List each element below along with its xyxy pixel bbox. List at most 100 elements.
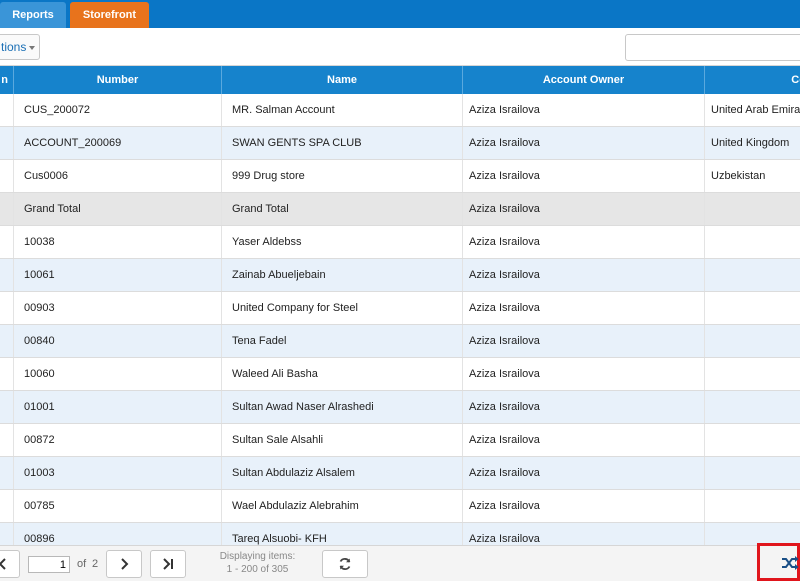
- chevron-left-icon: [0, 558, 6, 570]
- cell-account-owner: Aziza Israilova: [463, 325, 705, 357]
- row-selector-cell: [0, 358, 14, 390]
- table-row[interactable]: 10060 Waleed Ali Basha Aziza Israilova: [0, 358, 800, 391]
- table-row[interactable]: 00840 Tena Fadel Aziza Israilova: [0, 325, 800, 358]
- cell-country: [705, 490, 800, 522]
- cell-name: Tareq Alsuobi- KFH: [222, 523, 463, 545]
- cell-country: [705, 226, 800, 258]
- table-row[interactable]: 00872 Sultan Sale Alsahli Aziza Israilova: [0, 424, 800, 457]
- row-selector-cell: [0, 160, 14, 192]
- cell-name: 999 Drug store: [222, 160, 463, 192]
- row-selector-cell: [0, 391, 14, 423]
- row-selector-cell: [0, 94, 14, 126]
- cell-name: Wael Abdulaziz Alebrahim: [222, 490, 463, 522]
- search-input[interactable]: [625, 34, 800, 61]
- accounts-grid: n Number Name Account Owner Cou CUS_2000…: [0, 66, 800, 545]
- table-row[interactable]: Cus0006 999 Drug store Aziza Israilova Uzbe…: [0, 160, 800, 193]
- cell-number: 10038: [14, 226, 222, 258]
- displaying-range: 1 - 200 of 305: [226, 564, 289, 575]
- table-row[interactable]: 00785 Wael Abdulaziz Alebrahim Aziza Israi…: [0, 490, 800, 523]
- actions-dropdown-button[interactable]: tions: [0, 34, 40, 60]
- row-selector-cell: [0, 259, 14, 291]
- cell-country: [705, 292, 800, 324]
- refresh-button[interactable]: [322, 550, 368, 578]
- column-header-name[interactable]: Name: [222, 66, 463, 94]
- row-selector-cell: [0, 226, 14, 258]
- table-row[interactable]: 10038 Yaser Aldebss Aziza Israilova: [0, 226, 800, 259]
- cell-account-owner: Aziza Israilova: [463, 391, 705, 423]
- cell-name: Sultan Awad Naser Alrashedi: [222, 391, 463, 423]
- shuffle-button[interactable]: [766, 550, 800, 575]
- cell-name: Sultan Sale Alsahli: [222, 424, 463, 456]
- refresh-icon: [339, 558, 351, 570]
- cell-name: United Company for Steel: [222, 292, 463, 324]
- table-row[interactable]: 01001 Sultan Awad Naser Alrashedi Aziza Is…: [0, 391, 800, 424]
- cell-name: MR. Salman Account: [222, 94, 463, 126]
- displaying-label: Displaying items:: [219, 551, 296, 562]
- cell-name: Tena Fadel: [222, 325, 463, 357]
- cell-name: SWAN GENTS SPA CLUB: [222, 127, 463, 159]
- cell-name: Grand Total: [222, 193, 463, 225]
- toolbar: tions: [0, 28, 800, 66]
- prev-page-button[interactable]: [0, 550, 20, 578]
- cell-number: 00896: [14, 523, 222, 545]
- cell-account-owner: Aziza Israilova: [463, 424, 705, 456]
- cell-country: [705, 457, 800, 489]
- grid-body: CUS_200072 MR. Salman Account Aziza Israil…: [0, 94, 800, 545]
- row-selector-cell: [0, 127, 14, 159]
- total-pages: 2: [92, 558, 99, 570]
- cell-country: United Kingdom: [705, 127, 800, 159]
- shuffle-highlight-box: [757, 543, 800, 581]
- cell-account-owner: Aziza Israilova: [463, 193, 705, 225]
- table-row[interactable]: Grand Total Grand Total Aziza Israilova: [0, 193, 800, 226]
- cell-name: Yaser Aldebss: [222, 226, 463, 258]
- cell-account-owner: Aziza Israilova: [463, 127, 705, 159]
- cell-number: 10061: [14, 259, 222, 291]
- table-row[interactable]: CUS_200072 MR. Salman Account Aziza Israil…: [0, 94, 800, 127]
- cell-account-owner: Aziza Israilova: [463, 226, 705, 258]
- cell-country: [705, 193, 800, 225]
- shuffle-icon: [782, 556, 799, 570]
- cell-name: Waleed Ali Basha: [222, 358, 463, 390]
- cell-account-owner: Aziza Israilova: [463, 94, 705, 126]
- cell-name: Zainab Abueljebain: [222, 259, 463, 291]
- table-row[interactable]: ACCOUNT_200069 SWAN GENTS SPA CLUB Aziza I…: [0, 127, 800, 160]
- row-selector-cell: [0, 292, 14, 324]
- actions-label: tions: [1, 40, 27, 54]
- table-row[interactable]: 10061 Zainab Abueljebain Aziza Israilova: [0, 259, 800, 292]
- row-selector-cell: [0, 523, 14, 545]
- cell-country: [705, 523, 800, 545]
- cell-country: United Arab Emira: [705, 94, 800, 126]
- column-header-country[interactable]: Cou: [705, 66, 800, 94]
- cell-number: Grand Total: [14, 193, 222, 225]
- tab-reports[interactable]: Reports: [0, 2, 66, 28]
- cell-account-owner: Aziza Israilova: [463, 292, 705, 324]
- next-page-button[interactable]: [106, 550, 142, 578]
- page-number-input[interactable]: [28, 556, 70, 573]
- table-row[interactable]: 00903 United Company for Steel Aziza Israi…: [0, 292, 800, 325]
- cell-name: Sultan Abdulaziz Alsalem: [222, 457, 463, 489]
- cell-number: 00840: [14, 325, 222, 357]
- tab-storefront[interactable]: Storefront: [70, 2, 149, 28]
- grid-header: n Number Name Account Owner Cou: [0, 66, 800, 94]
- cell-country: [705, 259, 800, 291]
- last-page-button[interactable]: [150, 550, 186, 578]
- cell-account-owner: Aziza Israilova: [463, 457, 705, 489]
- cell-country: [705, 358, 800, 390]
- cell-account-owner: Aziza Israilova: [463, 160, 705, 192]
- cell-account-owner: Aziza Israilova: [463, 358, 705, 390]
- cell-account-owner: Aziza Israilova: [463, 259, 705, 291]
- table-row[interactable]: 01003 Sultan Abdulaziz Alsalem Aziza Israi…: [0, 457, 800, 490]
- row-selector-cell: [0, 490, 14, 522]
- cell-country: Uzbekistan: [705, 160, 800, 192]
- pagination-bar: of 2 Displaying items: 1 - 200 of 305: [0, 545, 800, 581]
- chevron-right-icon: [121, 558, 129, 570]
- table-row[interactable]: 00896 Tareq Alsuobi- KFH Aziza Israilova: [0, 523, 800, 545]
- column-header-partial[interactable]: n: [0, 66, 14, 94]
- row-selector-cell: [0, 193, 14, 225]
- cell-number: 00903: [14, 292, 222, 324]
- cell-country: [705, 424, 800, 456]
- column-header-number[interactable]: Number: [14, 66, 222, 94]
- cell-number: 01001: [14, 391, 222, 423]
- column-header-account-owner[interactable]: Account Owner: [463, 66, 705, 94]
- caret-down-icon: [29, 45, 36, 50]
